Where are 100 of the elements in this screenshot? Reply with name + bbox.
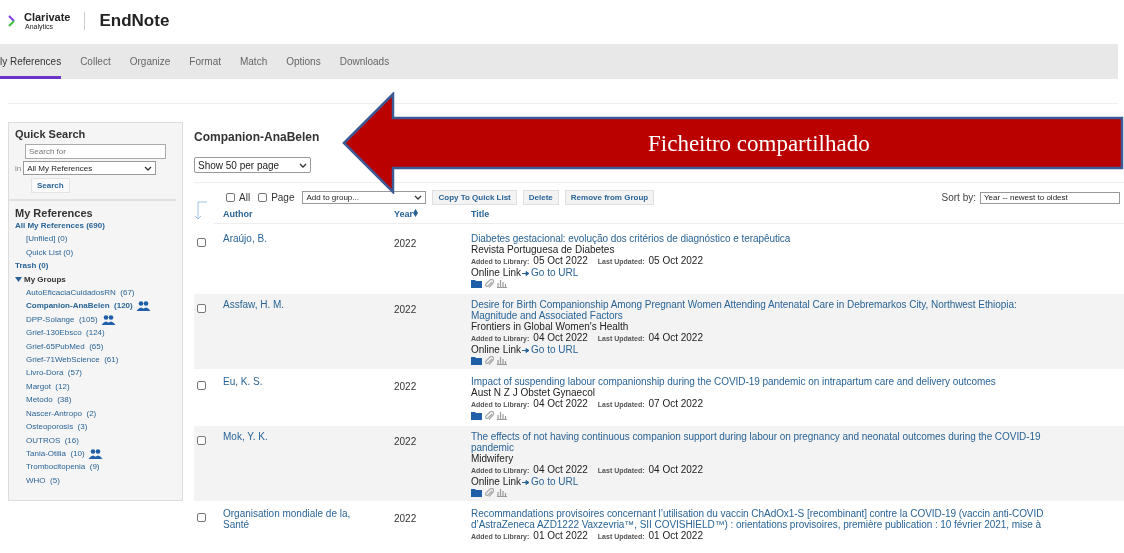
date-text: 01 Oct 2022 — [648, 530, 703, 541]
url-link[interactable]: Go to URL — [531, 267, 579, 278]
group-item[interactable]: DPP-Solange (105) — [26, 312, 98, 327]
year-text: 2022 — [394, 436, 417, 447]
nav-tab[interactable]: Downloads — [339, 44, 390, 79]
group-item[interactable]: Margot (12) — [26, 379, 70, 394]
row-checkbox[interactable] — [197, 304, 206, 313]
journal-name: Aust N Z J Obstet Gynaecol — [471, 387, 595, 398]
group-item[interactable]: Osteoporosis (3) — [26, 420, 88, 434]
date-text: 05 Oct 2022 — [648, 255, 703, 266]
folder-icon[interactable] — [471, 488, 482, 497]
arrow-icon — [522, 480, 531, 485]
group-item[interactable]: OUTROS (16) — [26, 433, 79, 447]
title-link[interactable]: Magnitude and Associated Factors — [471, 310, 623, 321]
search-field[interactable]: Search for — [25, 144, 166, 159]
checkbox[interactable] — [258, 193, 268, 202]
sidebar-link[interactable]: [Unfiled] (0) — [26, 232, 176, 246]
arrow-icon — [522, 348, 531, 353]
paperclip-icon[interactable] — [485, 411, 494, 421]
group-item[interactable]: Grief-65PubMed (65) — [26, 339, 104, 354]
row-checkbox[interactable] — [197, 381, 206, 390]
group-item[interactable]: Trombocitopenia (9) — [26, 460, 100, 474]
year-text: 2022 — [394, 304, 417, 315]
row-checkbox[interactable] — [197, 238, 206, 247]
url-link[interactable]: Go to URL — [531, 344, 579, 355]
online-link-label: Online Link — [471, 344, 522, 355]
sort-select[interactable]: Year -- newest to oldest — [980, 191, 1120, 204]
year-text: 2022 — [394, 513, 417, 524]
toolbar-button[interactable]: Copy To Quick List — [432, 190, 517, 205]
checkbox-label: All — [239, 192, 251, 203]
group-item[interactable]: Nascer-Antropo (2) — [26, 406, 97, 421]
chevron-down-icon — [299, 162, 307, 168]
author-link[interactable]: Mok, Y. K. — [223, 431, 394, 442]
sort-arrow-icon — [413, 209, 419, 217]
callout-text: Ficheitro compartilhado — [648, 131, 870, 157]
sidebar-link[interactable]: Quick List (0) — [26, 245, 176, 260]
sidebar-link[interactable]: Trash (0) — [15, 259, 176, 273]
date-text: 04 Oct 2022 — [648, 332, 703, 343]
chevron-down-icon — [144, 165, 153, 171]
bar-chart-icon[interactable] — [497, 488, 507, 497]
in-label: in — [15, 163, 22, 173]
per-page-select[interactable]: Show 50 per page — [194, 157, 311, 173]
column-header[interactable]: Title — [471, 207, 1124, 221]
url-link[interactable]: Go to URL — [531, 476, 579, 487]
bar-chart-icon[interactable] — [497, 411, 507, 420]
groups-heading[interactable]: My Groups — [24, 272, 66, 287]
nav-tab[interactable]: Options — [286, 44, 321, 79]
title-link[interactable]: d’AstraZeneca AZD1222 Vaxzevria™, SII COVISHIELD™) : orientations provisoires, première publication : 10 février 2021, mise à — [471, 519, 1041, 530]
toolbar-button[interactable]: Remove from Group — [564, 190, 655, 205]
title-link[interactable]: The effects of not having continuous companion support during labour on pregnancy and neonatal outcomes during the COVID-19 — [471, 431, 1041, 442]
journal-name: Frontiers in Global Women's Health — [471, 321, 629, 332]
journal-name: Midwifery — [471, 453, 514, 464]
title-link[interactable]: Impact of suspending labour companionship during the COVID-19 pandemic on intrapartum care and delivery outcomes — [471, 376, 996, 387]
nav-tab[interactable]: Format — [189, 44, 221, 79]
column-header[interactable]: Author — [223, 207, 394, 221]
group-item[interactable]: Livro-Dora (57) — [26, 366, 83, 380]
year-text: 2022 — [394, 381, 417, 392]
sidebar-link[interactable]: All My References (690) — [15, 219, 176, 233]
row-checkbox[interactable] — [197, 436, 206, 445]
title-link[interactable]: Desire for Birth Companionship Among Pregnant Women Attending Antenatal Care in Debremarkos City, Northwest Ethiopia: — [471, 299, 1017, 310]
folder-icon[interactable] — [471, 356, 482, 365]
paperclip-icon[interactable] — [485, 356, 494, 366]
column-header[interactable]: Year — [394, 207, 471, 221]
checkbox[interactable] — [226, 193, 235, 202]
group-item[interactable]: Grief-130Ebsco (124) — [26, 326, 105, 340]
triangle-icon[interactable] — [15, 275, 22, 283]
nav-tab[interactable]: Match — [239, 44, 268, 79]
title-link[interactable]: Diabetes gestacional: evolução dos critérios de diagnóstico e terapêutica — [471, 233, 791, 244]
title-link[interactable]: pandemic — [471, 442, 514, 453]
nav-tab[interactable]: ly References — [0, 44, 62, 79]
toolbar-button[interactable]: Delete — [522, 190, 559, 205]
author-link[interactable]: Araújo, B. — [223, 233, 394, 244]
corner-arrow-icon — [194, 201, 208, 221]
bar-chart-icon[interactable] — [497, 356, 507, 365]
author-link[interactable]: Santé — [223, 519, 394, 530]
group-item[interactable]: Companion-AnaBelen (120) — [26, 299, 133, 313]
group-item[interactable]: Metodo (38) — [26, 393, 72, 407]
group-item[interactable]: Grief-71WebScience (61) — [26, 353, 119, 367]
author-link[interactable]: Assfaw, H. M. — [223, 299, 394, 310]
paperclip-icon[interactable] — [485, 279, 494, 289]
group-title: Companion-AnaBelen — [194, 130, 320, 144]
group-select[interactable]: Add to group... — [302, 191, 427, 204]
row-checkbox[interactable] — [197, 513, 206, 522]
group-item[interactable]: WHO (5) — [26, 473, 60, 488]
group-item[interactable]: AutoEficaciaCuidadosRN (67) — [26, 286, 135, 300]
author-link[interactable]: Eu, K. S. — [223, 376, 394, 387]
title-link[interactable]: Recommandations provisoires concernant l’utilisation du vaccin ChAdOx1-S [recombinant] contre la COVID-19 (vaccin anti-COVID — [471, 508, 1044, 519]
nav-tab[interactable]: Collect — [80, 44, 111, 79]
folder-icon[interactable] — [471, 279, 482, 288]
arrow-icon — [522, 271, 531, 276]
author-link[interactable]: Organisation mondiale de la, — [223, 508, 394, 519]
bar-chart-icon[interactable] — [497, 279, 507, 288]
paperclip-icon[interactable] — [485, 488, 494, 498]
scope-select[interactable]: All My References — [23, 161, 157, 175]
nav-tab[interactable]: Organize — [129, 44, 171, 79]
search-button[interactable]: Search — [31, 178, 70, 193]
chevron-down-icon — [414, 195, 423, 200]
folder-icon[interactable] — [471, 411, 482, 420]
group-item[interactable]: Tania-Otilia (10) — [26, 446, 85, 461]
date-text: 04 Oct 2022 — [533, 398, 588, 409]
